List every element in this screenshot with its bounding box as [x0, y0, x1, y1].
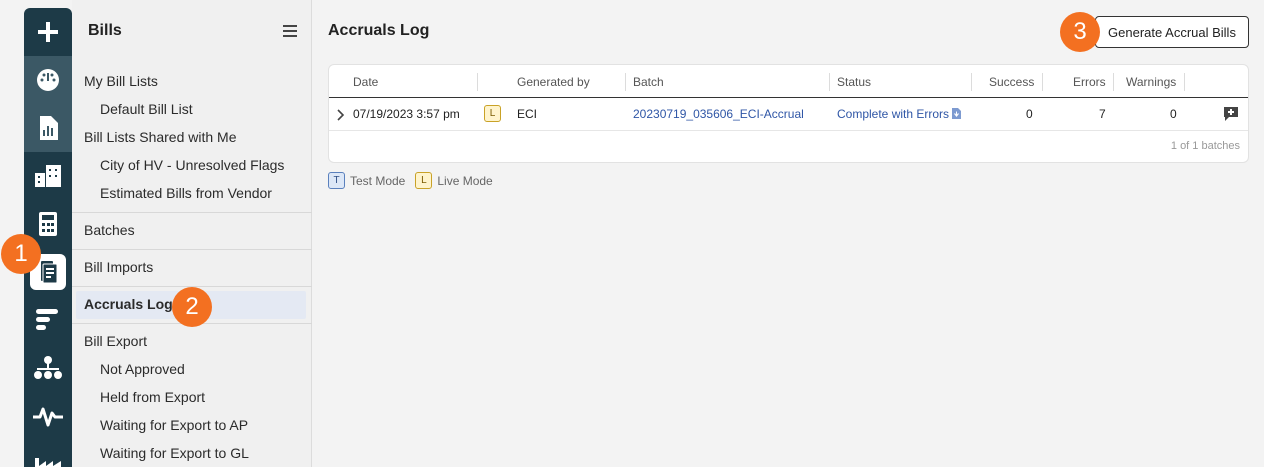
- test-mode-badge: T: [328, 172, 345, 189]
- callout-1: 1: [1, 234, 41, 274]
- factory-icon[interactable]: [24, 440, 72, 467]
- sidebar-item-waiting-export-ap[interactable]: Waiting for Export to AP: [100, 416, 248, 434]
- column-header-errors[interactable]: Errors: [1073, 75, 1106, 89]
- row-date: 07/19/2023 3:57 pm: [353, 107, 460, 121]
- sidebar-item-default-bill-list[interactable]: Default Bill List: [100, 100, 193, 118]
- column-separator: [1042, 73, 1043, 91]
- gantt-icon[interactable]: [24, 296, 72, 344]
- row-batch-link[interactable]: 20230719_035606_ECI-Accrual: [633, 107, 804, 121]
- test-mode-label: Test Mode: [350, 173, 406, 188]
- sidebar-item-bill-imports[interactable]: Bill Imports: [84, 258, 153, 276]
- generate-accrual-bills-button[interactable]: Generate Accrual Bills: [1095, 16, 1249, 48]
- column-header-generated-by[interactable]: Generated by: [517, 75, 590, 89]
- header-divider: [329, 97, 1248, 98]
- main-content: Accruals Log Generate Accrual Bills Date…: [312, 0, 1264, 467]
- accruals-table: Date Generated by Batch Status Success E…: [328, 64, 1249, 163]
- add-comment-icon[interactable]: [1223, 106, 1239, 127]
- column-separator: [971, 73, 972, 91]
- sidebar-item-batches[interactable]: Batches: [84, 221, 135, 239]
- column-header-success[interactable]: Success: [989, 75, 1034, 89]
- dashboard-icon[interactable]: [24, 56, 72, 104]
- pulse-icon[interactable]: [24, 392, 72, 440]
- sidebar-item-held-from-export[interactable]: Held from Export: [100, 388, 205, 406]
- column-separator: [829, 73, 830, 91]
- sidebar-item-estimated-bills[interactable]: Estimated Bills from Vendor: [100, 184, 272, 202]
- column-separator: [1184, 73, 1185, 91]
- row-status-link[interactable]: Complete with Errors: [837, 107, 962, 121]
- document-download-icon[interactable]: [952, 108, 962, 119]
- mode-legend: T Test Mode L Live Mode: [328, 172, 503, 189]
- sidebar-item-city-hv-unresolved[interactable]: City of HV - Unresolved Flags: [100, 156, 284, 174]
- column-header-warnings[interactable]: Warnings: [1126, 75, 1176, 89]
- sidebar-title: Bills: [88, 22, 122, 39]
- live-mode-badge: L: [415, 172, 433, 189]
- row-warnings-count: 0: [1170, 107, 1177, 121]
- sidebar-item-shared-bill-lists[interactable]: Bill Lists Shared with Me: [84, 128, 237, 146]
- pagination-count: 1 of 1 batches: [1170, 140, 1240, 152]
- column-header-date[interactable]: Date: [353, 75, 378, 89]
- live-mode-badge: L: [484, 105, 501, 122]
- sidebar-item-accruals-log[interactable]: Accruals Log: [84, 295, 173, 313]
- callout-2: 2: [172, 287, 212, 327]
- callout-3: 3: [1060, 12, 1100, 52]
- divider: [72, 212, 312, 213]
- plus-icon[interactable]: [24, 8, 72, 56]
- bills-sidebar: Bills My Bill Lists Default Bill List Bi…: [72, 0, 312, 467]
- column-header-batch[interactable]: Batch: [633, 75, 664, 89]
- chevron-right-icon[interactable]: [337, 108, 345, 126]
- org-chart-icon[interactable]: [24, 344, 72, 392]
- column-separator: [1113, 73, 1114, 91]
- row-success-count: 0: [1026, 107, 1033, 121]
- column-separator: [625, 73, 626, 91]
- column-header-status[interactable]: Status: [837, 75, 871, 89]
- sidebar-item-waiting-export-gl[interactable]: Waiting for Export to GL: [100, 444, 249, 462]
- sidebar-item-my-bill-lists[interactable]: My Bill Lists: [84, 72, 158, 90]
- row-divider: [329, 130, 1248, 131]
- column-separator: [477, 73, 478, 91]
- sidebar-item-bill-export[interactable]: Bill Export: [84, 332, 147, 350]
- page-title: Accruals Log: [328, 22, 430, 39]
- row-errors-count: 7: [1099, 107, 1106, 121]
- row-generated-by: ECI: [517, 107, 538, 121]
- live-mode-label: Live Mode: [437, 173, 493, 188]
- hamburger-menu-icon[interactable]: [283, 24, 297, 42]
- divider: [72, 249, 312, 250]
- row-status-text[interactable]: Complete with Errors: [837, 107, 949, 121]
- buildings-icon[interactable]: [24, 152, 72, 200]
- sidebar-item-not-approved[interactable]: Not Approved: [100, 360, 185, 378]
- reports-icon[interactable]: [24, 104, 72, 152]
